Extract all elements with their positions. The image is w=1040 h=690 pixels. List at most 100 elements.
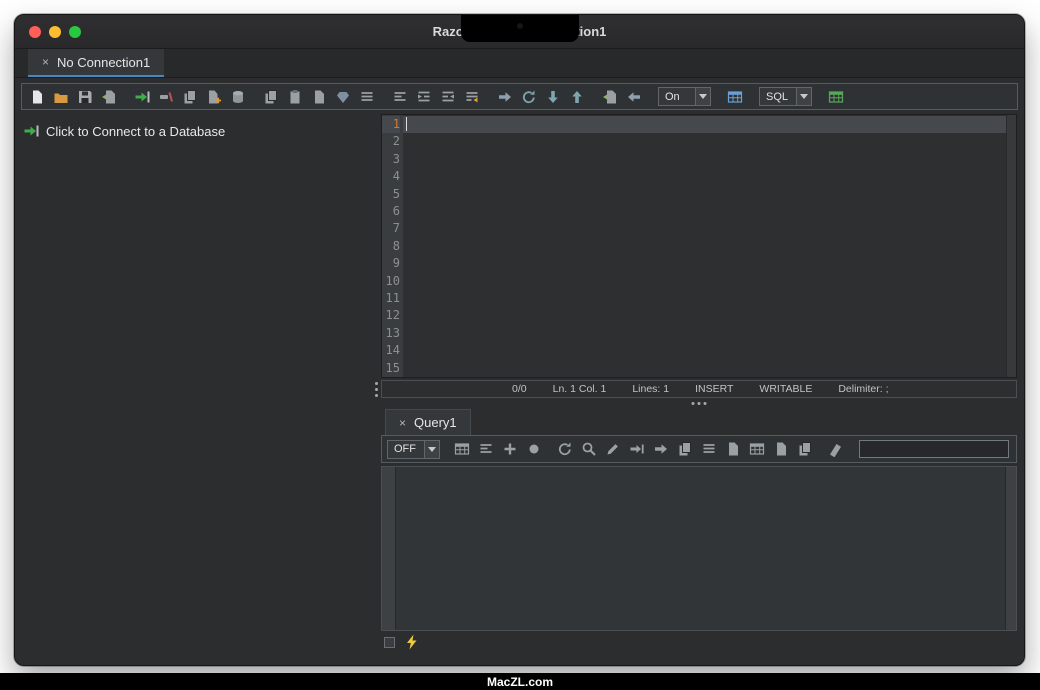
horizontal-splitter[interactable] <box>381 398 1017 409</box>
line-number: 4 <box>382 168 400 185</box>
tab-close-icon[interactable]: × <box>399 416 406 430</box>
results-grid[interactable] <box>396 467 1005 630</box>
tab-close-icon[interactable]: × <box>42 55 49 69</box>
new-connection-icon[interactable] <box>205 88 223 106</box>
vertical-splitter[interactable] <box>373 114 381 653</box>
auto-commit-value: On <box>659 88 695 105</box>
notch <box>461 15 579 42</box>
connect-icon[interactable] <box>133 88 151 106</box>
razorsql-window: RazorSQL - No Connection1 × No Connectio… <box>14 14 1025 666</box>
row-limit-value: OFF <box>388 441 424 458</box>
results-scrollbar[interactable] <box>1005 467 1016 630</box>
delimiter-indicator: Delimiter: ; <box>838 383 888 395</box>
splitter-grip[interactable] <box>375 382 378 397</box>
next-set-icon[interactable] <box>652 440 670 458</box>
results-grid-icon[interactable] <box>726 88 744 106</box>
align-left-icon[interactable] <box>391 88 409 106</box>
edit-cell-icon[interactable] <box>604 440 622 458</box>
code-area[interactable] <box>403 115 1006 377</box>
row-limit-dropdown-button[interactable] <box>424 441 439 458</box>
query-tab[interactable]: × Query1 <box>385 409 471 435</box>
writable-indicator: WRITABLE <box>759 383 812 395</box>
grid-view-icon[interactable] <box>748 440 766 458</box>
line-number: 3 <box>382 151 400 168</box>
clear-results-icon[interactable] <box>827 440 845 458</box>
document-back-icon[interactable] <box>601 88 619 106</box>
connection-tree-panel: Click to Connect to a Database <box>15 114 373 653</box>
splitter-grip[interactable] <box>692 402 707 405</box>
toolbar-group-editor-table <box>827 88 845 106</box>
move-up-icon[interactable] <box>568 88 586 106</box>
insert-mode-indicator: INSERT <box>695 383 733 395</box>
insert-row-icon[interactable] <box>501 440 519 458</box>
report-doc-icon[interactable] <box>772 440 790 458</box>
results-filter-input[interactable] <box>859 440 1009 458</box>
copy-connection-icon[interactable] <box>181 88 199 106</box>
database-icon[interactable] <box>229 88 247 106</box>
forward-arrow-icon[interactable] <box>496 88 514 106</box>
duplicate-docs-icon[interactable] <box>796 440 814 458</box>
line-number: 13 <box>382 325 400 342</box>
query-toolbar-group-view <box>453 440 543 458</box>
minimize-button[interactable] <box>49 26 61 38</box>
auto-commit-dropdown[interactable]: On <box>658 87 711 106</box>
line-number: 6 <box>382 203 400 220</box>
refresh-icon[interactable] <box>520 88 538 106</box>
connection-tab[interactable]: × No Connection1 <box>28 49 164 77</box>
connect-to-database-link[interactable]: Click to Connect to a Database <box>22 122 366 140</box>
auto-commit-dropdown-button[interactable] <box>695 88 710 105</box>
titlebar[interactable]: RazorSQL - No Connection1 <box>15 15 1024 49</box>
documents-copy-icon[interactable] <box>262 88 280 106</box>
move-down-icon[interactable] <box>544 88 562 106</box>
zoom-button[interactable] <box>69 26 81 38</box>
record-icon[interactable] <box>525 440 543 458</box>
editor-scrollbar[interactable] <box>1006 115 1016 377</box>
sql-mode-dropdown[interactable]: SQL <box>759 87 812 106</box>
editor-status-bar: 0/0 Ln. 1 Col. 1 Lines: 1 INSERT WRITABL… <box>381 380 1017 398</box>
main-toolbar-wrap: On SQL <box>15 78 1024 114</box>
results-table-icon[interactable] <box>453 440 471 458</box>
copy-results-icon[interactable] <box>676 440 694 458</box>
export-file-icon[interactable] <box>100 88 118 106</box>
save-file-icon[interactable] <box>76 88 94 106</box>
word-wrap-icon[interactable] <box>463 88 481 106</box>
select-all-icon[interactable] <box>700 440 718 458</box>
connect-message: Click to Connect to a Database <box>46 124 225 139</box>
chevron-down-icon <box>800 94 808 99</box>
open-file-icon[interactable] <box>52 88 70 106</box>
document-icon[interactable] <box>310 88 328 106</box>
watermark-bar: MacZL.com <box>0 673 1040 690</box>
lightning-bolt-icon[interactable] <box>403 633 421 651</box>
toolbar-group-navigate <box>496 88 586 106</box>
editor-grid-icon[interactable] <box>827 88 845 106</box>
results-row-header[interactable] <box>382 467 396 630</box>
line-number-gutter[interactable]: 123456789101112131415 <box>382 115 403 377</box>
selection-count: 0/0 <box>512 383 527 395</box>
results-option-checkbox[interactable] <box>384 637 395 648</box>
line-number: 11 <box>382 290 400 307</box>
diamond-icon[interactable] <box>334 88 352 106</box>
goto-row-icon[interactable] <box>628 440 646 458</box>
toolbar-group-format <box>391 88 481 106</box>
connect-tree-icon[interactable] <box>22 122 40 140</box>
sort-lines-icon[interactable] <box>477 440 495 458</box>
disconnect-icon[interactable] <box>157 88 175 106</box>
close-button[interactable] <box>29 26 41 38</box>
line-number: 12 <box>382 307 400 324</box>
new-file-icon[interactable] <box>28 88 46 106</box>
clipboard-icon[interactable] <box>286 88 304 106</box>
export-doc-icon[interactable] <box>724 440 742 458</box>
line-number: 15 <box>382 360 400 377</box>
traffic-lights <box>29 26 81 38</box>
row-limit-dropdown[interactable]: OFF <box>387 440 440 459</box>
back-arrow-icon[interactable] <box>625 88 643 106</box>
indent-icon[interactable] <box>415 88 433 106</box>
outdent-icon[interactable] <box>439 88 457 106</box>
sql-mode-dropdown-button[interactable] <box>796 88 811 105</box>
line-number: 9 <box>382 255 400 272</box>
query-toolbar-group-actions <box>556 440 814 458</box>
refresh-results-icon[interactable] <box>556 440 574 458</box>
search-results-icon[interactable] <box>580 440 598 458</box>
list-lines-icon[interactable] <box>358 88 376 106</box>
line-count: Lines: 1 <box>632 383 669 395</box>
